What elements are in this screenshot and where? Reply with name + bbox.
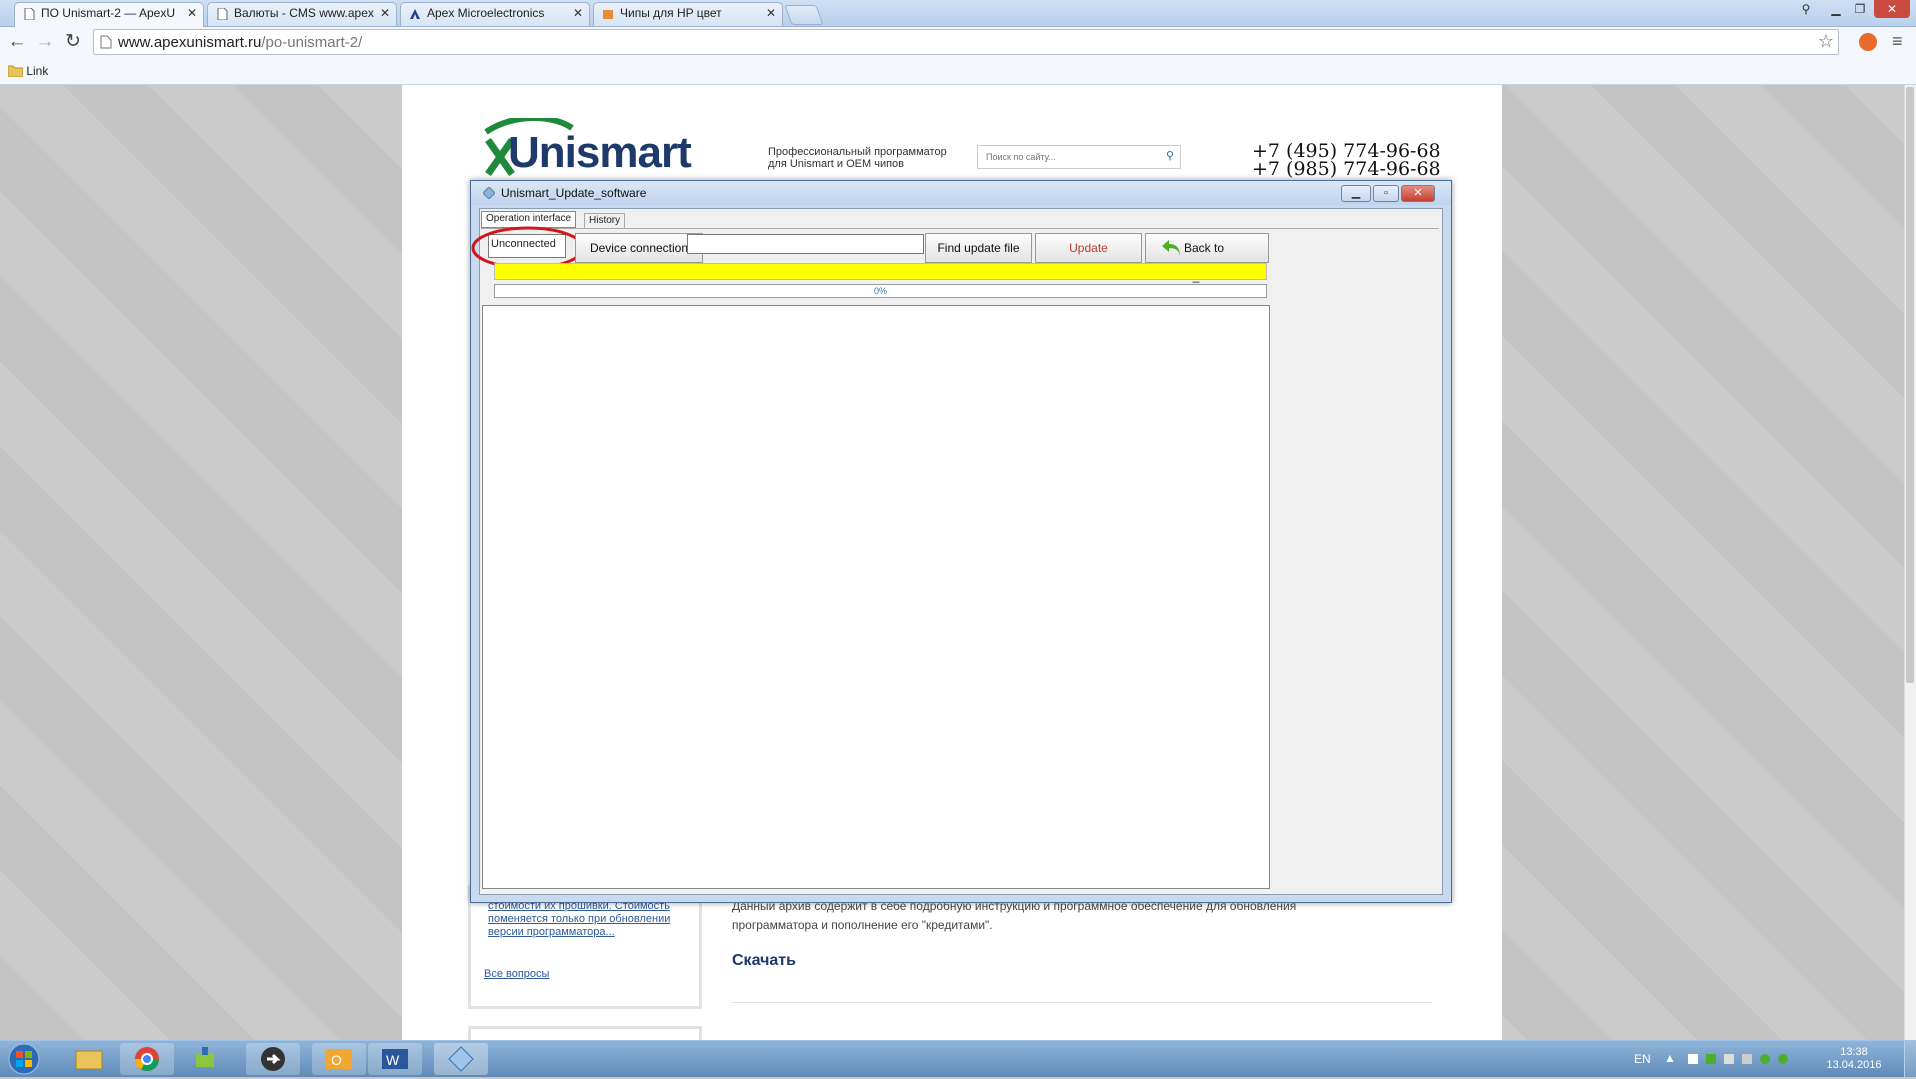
browser-tab-1[interactable]: ПО Unismart-2 — ApexU ✕ xyxy=(14,2,204,27)
network-app-icon[interactable] xyxy=(178,1043,232,1075)
browser-tab-label: Валюты - CMS www.apex xyxy=(234,6,374,20)
device-connection-button[interactable]: Device connection xyxy=(575,233,703,263)
close-icon[interactable]: ✕ xyxy=(187,6,197,20)
word-icon[interactable]: W xyxy=(368,1043,422,1075)
divider xyxy=(732,1002,1432,1003)
update-software-taskbar-icon[interactable] xyxy=(434,1043,488,1075)
window-titlebar[interactable]: Unismart_Update_software ▁ ▫ ✕ xyxy=(471,181,1451,205)
status-indicator-bar xyxy=(494,263,1267,280)
extension-icon[interactable] xyxy=(1859,33,1877,51)
tray-expand-icon[interactable]: ▲ xyxy=(1664,1051,1676,1065)
app-icon xyxy=(483,187,495,199)
close-icon[interactable]: ✕ xyxy=(766,6,776,20)
windows-taskbar: O W EN ▲ 13:38 13.04.2016 xyxy=(0,1040,1916,1077)
tab-history[interactable]: History xyxy=(584,213,626,228)
back-arrow-icon xyxy=(1162,240,1180,256)
page-icon xyxy=(100,35,112,49)
new-tab-button[interactable] xyxy=(784,5,824,25)
folder-icon xyxy=(7,65,24,78)
close-icon[interactable]: ✕ xyxy=(573,6,583,20)
star-icon[interactable]: ☆ xyxy=(1818,31,1834,52)
minimize-icon[interactable]: ▁ xyxy=(1341,185,1371,202)
language-indicator[interactable]: EN xyxy=(1634,1052,1651,1066)
remote-app-icon[interactable] xyxy=(246,1043,300,1075)
logo-text: Unismart xyxy=(508,128,692,177)
site-search-input[interactable] xyxy=(984,146,1158,168)
page-icon xyxy=(24,8,35,20)
browser-tab-2[interactable]: Валюты - CMS www.apex ✕ xyxy=(207,2,397,26)
show-desktop-button[interactable] xyxy=(1904,1041,1916,1077)
shop-icon xyxy=(603,10,613,19)
clock[interactable]: 13:38 13.04.2016 xyxy=(1826,1046,1882,1072)
browser-tab-label: ПО Unismart-2 — ApexU xyxy=(41,6,175,20)
progress-bar: 0% xyxy=(494,284,1267,298)
chrome-icon[interactable] xyxy=(120,1043,174,1075)
bookmark-link[interactable]: Link xyxy=(7,64,49,78)
bookmarks-bar: Link xyxy=(0,60,1916,85)
download-link[interactable]: Скачать xyxy=(732,952,796,970)
clock-time: 13:38 xyxy=(1840,1046,1868,1058)
browser-tab-4[interactable]: Чипы для HP цвет ✕ xyxy=(593,2,783,26)
progress-label: 0% xyxy=(873,286,887,296)
clock-date: 13.04.2016 xyxy=(1826,1059,1882,1071)
forward-arrow-icon[interactable]: → xyxy=(34,31,56,53)
svg-text:W: W xyxy=(386,1052,400,1068)
page-icon xyxy=(217,8,228,20)
sidebar-faq-link[interactable]: стоимости их прошивки. Стоимость поменяе… xyxy=(488,900,698,939)
window-title: Unismart_Update_software xyxy=(501,186,647,200)
bookmark-label: Link xyxy=(26,64,49,78)
all-questions-link[interactable]: Все вопросы xyxy=(484,968,549,980)
window-body: Operation interface History Unconnected … xyxy=(471,208,1443,895)
apex-logo-icon xyxy=(410,9,420,19)
maximize-icon[interactable]: ▫ xyxy=(1373,185,1399,202)
update-button[interactable]: Update xyxy=(1035,233,1142,263)
phone-2: +7 (985) 774-96-68 xyxy=(1252,158,1441,180)
sidebar-box-2 xyxy=(468,1026,702,1040)
close-icon[interactable]: ✕ xyxy=(380,6,390,20)
reload-icon[interactable]: ↻ xyxy=(62,31,84,53)
browser-tab-label: Apex Microelectronics xyxy=(427,6,545,20)
browser-tab-strip: ПО Unismart-2 — ApexU ✕ Валюты - CMS www… xyxy=(0,0,1916,27)
page-scrollbar-thumb[interactable] xyxy=(1906,87,1914,683)
url-text: www.apexunismart.ru/po-unismart-2/ xyxy=(118,34,363,51)
update-software-window: Unismart_Update_software ▁ ▫ ✕ Operation… xyxy=(470,180,1452,903)
user-icon[interactable]: ⚲ xyxy=(1794,0,1818,18)
update-file-path-field[interactable] xyxy=(687,234,924,254)
search-icon[interactable]: ⚲ xyxy=(1166,149,1174,162)
phone-numbers: +7 (495) 774-96-68 +7 (985) 774-96-68 xyxy=(1252,142,1441,180)
browser-tab-label: Чипы для HP цвет xyxy=(620,6,722,20)
find-update-file-button[interactable]: Find update file xyxy=(925,233,1032,263)
log-output-area[interactable] xyxy=(482,305,1270,889)
outlook-icon[interactable]: O xyxy=(312,1043,366,1075)
site-search[interactable]: ⚲ xyxy=(977,145,1181,169)
tab-divider xyxy=(481,228,1439,229)
svg-text:O: O xyxy=(331,1052,342,1068)
browser-tab-3[interactable]: Apex Microelectronics ✕ xyxy=(400,2,590,26)
address-bar[interactable]: www.apexunismart.ru/po-unismart-2/ ☆ xyxy=(93,29,1839,55)
back-arrow-icon[interactable]: ← xyxy=(6,31,28,53)
windows-logo-icon xyxy=(8,1043,40,1075)
system-tray-icons[interactable] xyxy=(1686,1051,1796,1067)
close-window-icon[interactable]: ✕ xyxy=(1874,0,1910,18)
minimize-icon[interactable]: ▁ xyxy=(1824,0,1848,18)
close-icon[interactable]: ✕ xyxy=(1401,185,1435,202)
explorer-icon[interactable] xyxy=(62,1043,116,1075)
back-to-upacket-button[interactable]: Back to U_Packet xyxy=(1145,233,1269,283)
tray-icons xyxy=(1688,1054,1788,1064)
restore-icon[interactable]: ❐ xyxy=(1848,0,1872,18)
site-tagline: Профессиональный программатор для Unisma… xyxy=(768,146,947,170)
start-button[interactable] xyxy=(4,1042,46,1076)
site-logo[interactable]: Unismart xyxy=(482,118,742,178)
menu-icon[interactable]: ≡ xyxy=(1892,31,1903,52)
